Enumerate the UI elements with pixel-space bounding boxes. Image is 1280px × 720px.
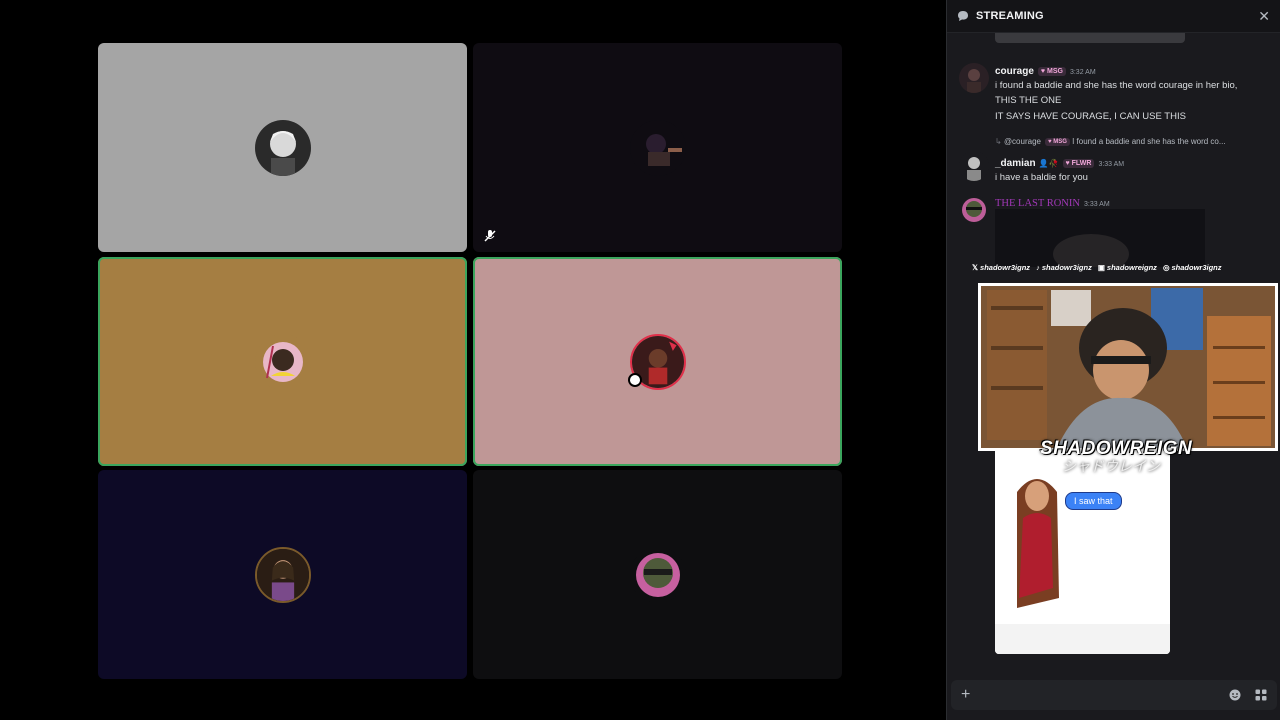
participant-tile-6[interactable] — [473, 470, 842, 679]
participant-tile-4[interactable] — [473, 257, 842, 466]
speech-bubble: I saw that — [1065, 492, 1122, 510]
participant-tile-2[interactable] — [473, 43, 842, 252]
participant-tile-3[interactable] — [98, 257, 467, 466]
participant-tile-1[interactable] — [98, 43, 467, 252]
chat-bubble-icon — [958, 11, 968, 21]
tiktok-icon: ♪ shadowr3ignz — [1036, 263, 1092, 272]
webcam-overlay — [978, 283, 1278, 451]
message-composer: + — [951, 680, 1277, 710]
user-icon: 👤🥀 — [1038, 159, 1059, 168]
message-input[interactable] — [978, 689, 1215, 701]
role-badge: ♥ FLWR — [1062, 159, 1095, 168]
participant-avatar — [629, 119, 686, 176]
reply-preview[interactable]: ↳ @courage ♥ MSG I found a baddie and she… — [995, 137, 1275, 146]
message-username[interactable]: THE LAST RONIN — [995, 198, 1080, 209]
panel-header: STREAMING ✕ — [947, 0, 1280, 33]
chat-image-cutoff — [995, 33, 1185, 43]
message-text: i have a baldie for you — [995, 172, 1088, 183]
chat-message: courage ♥ MSG 3:32 AM i found a baddie and… — [955, 61, 1275, 125]
instagram-icon: ◎ shadowr3ignz — [1162, 263, 1222, 272]
chat-message: ↳ @courage ♥ MSG I found a baddie and she… — [955, 137, 1275, 183]
participant-avatar — [254, 333, 311, 390]
avatar[interactable] — [959, 151, 989, 181]
role-badge: ♥ MSG — [1037, 67, 1066, 76]
panel-title: STREAMING — [976, 10, 1044, 22]
voice-stage — [0, 0, 942, 720]
status-indicator — [628, 373, 642, 387]
muted-mic-icon — [484, 230, 496, 242]
message-timestamp: 3:33 AM — [1098, 161, 1125, 168]
social-handles: 𝕏shadowr3ignz ♪ shadowr3ignz ▣ shadowreign… — [972, 263, 1278, 277]
message-timestamp: 3:33 AM — [1083, 201, 1110, 208]
message-username[interactable]: _damian — [995, 158, 1036, 169]
avatar[interactable] — [959, 195, 989, 225]
participant-avatar — [254, 119, 311, 176]
twitch-icon: ▣ shadowreignz — [1097, 263, 1157, 272]
close-icon[interactable]: ✕ — [1258, 8, 1270, 25]
apps-icon[interactable] — [1255, 689, 1267, 701]
add-attachment-icon[interactable]: + — [961, 686, 970, 704]
participant-avatar — [254, 546, 311, 603]
message-text: i found a baddie and she has the word co… — [995, 80, 1238, 91]
message-text: THIS THE ONE — [995, 94, 1062, 106]
message-text: IT SAYS HAVE COURAGE, I CAN USE THIS — [995, 111, 1186, 122]
message-username[interactable]: courage — [995, 66, 1034, 77]
chat-gif[interactable]: I saw that — [995, 448, 1170, 654]
streamer-logo-subtitle: シャドウレイン — [1062, 458, 1160, 474]
participant-tile-5[interactable] — [98, 470, 467, 679]
x-icon: 𝕏shadowr3ignz — [972, 263, 1031, 272]
emoji-icon[interactable] — [1229, 689, 1241, 701]
chat-image[interactable] — [995, 209, 1205, 274]
message-timestamp: 3:32 AM — [1069, 69, 1096, 76]
participant-avatar — [629, 546, 686, 603]
avatar[interactable] — [959, 63, 989, 93]
